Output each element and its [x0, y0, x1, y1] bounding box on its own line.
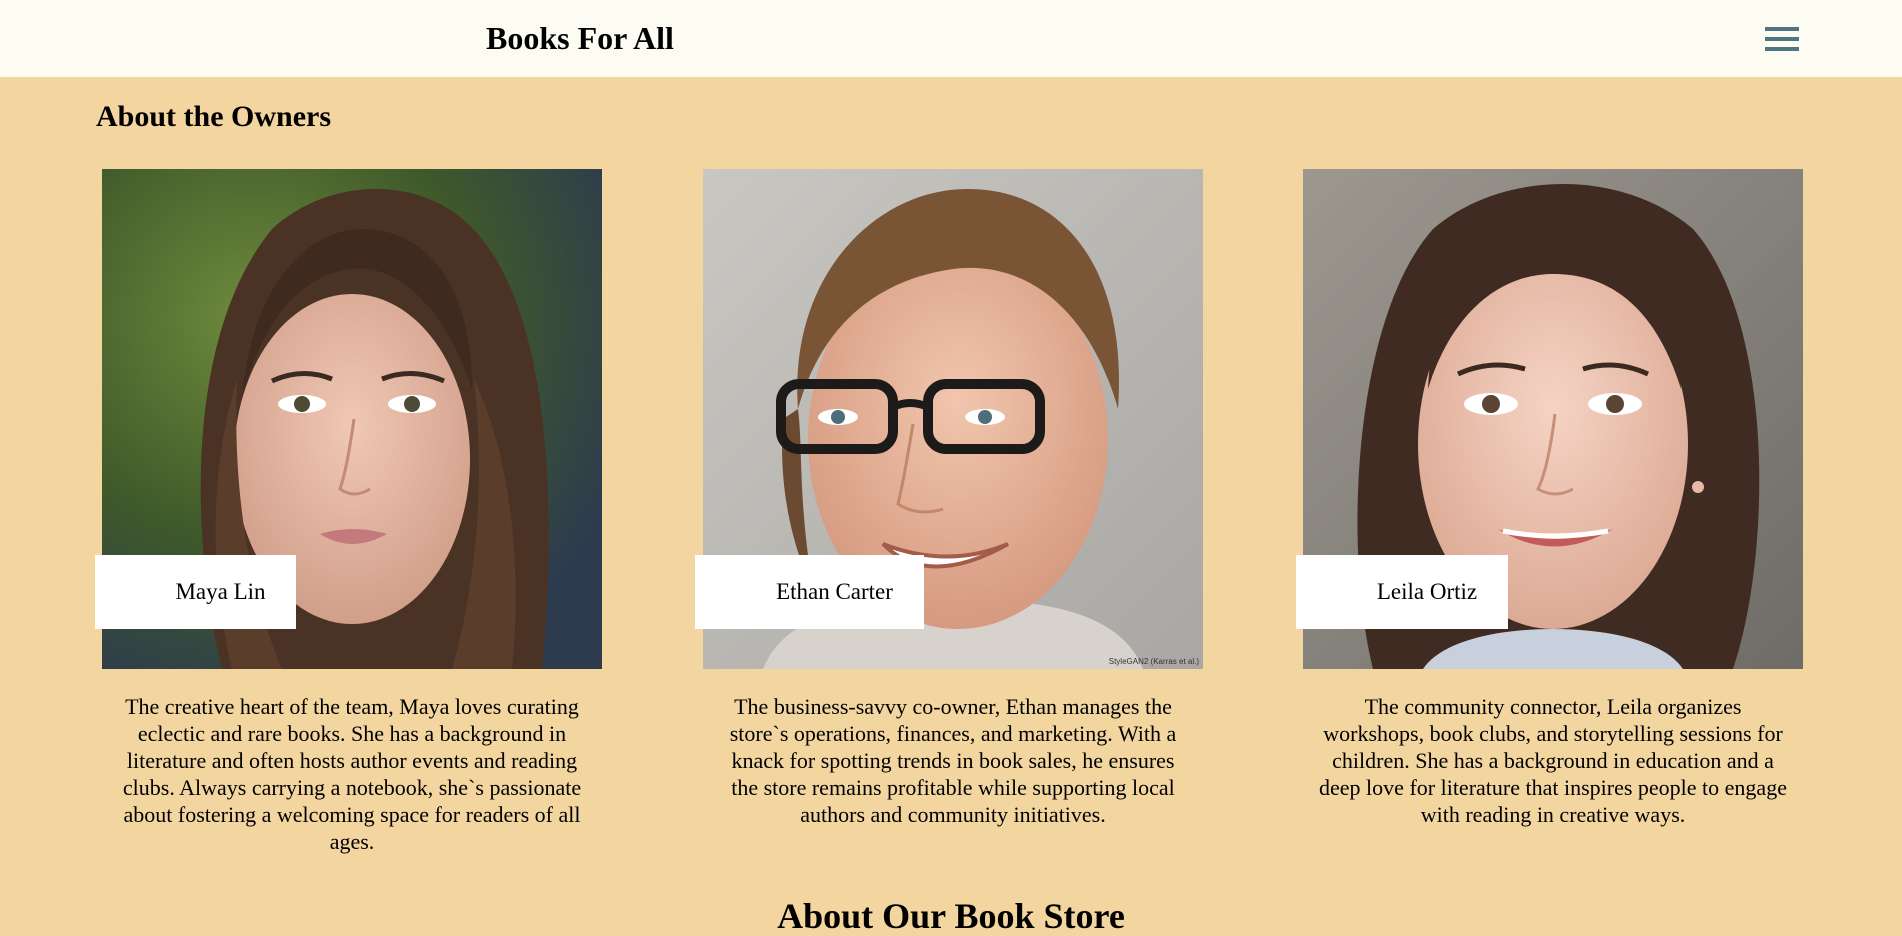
owner-name-tag-leila: Leila Ortiz	[1296, 555, 1508, 629]
hamburger-menu-icon[interactable]	[1762, 24, 1802, 56]
owner-bio-leila: The community connector, Leila organizes…	[1319, 694, 1787, 827]
menu-bar	[1765, 27, 1799, 31]
photo-credit-text: StyleGAN2 (Karras et al.)	[1109, 657, 1200, 666]
menu-bar	[1765, 37, 1799, 41]
site-brand-title[interactable]: Books For All	[486, 18, 674, 58]
about-store-heading: About Our Book Store	[777, 896, 1125, 936]
about-owners-heading: About the Owners	[96, 100, 332, 133]
owner-name-tag-maya: Maya Lin	[95, 555, 296, 629]
owner-bio-ethan: The business-savvy co-owner, Ethan manag…	[729, 694, 1177, 827]
owner-name-tag-ethan: Ethan Carter	[695, 555, 924, 629]
owner-bio-maya: The creative heart of the team, Maya lov…	[122, 694, 582, 854]
top-navigation-bar: Books For All	[0, 0, 1902, 77]
menu-bar	[1765, 47, 1799, 51]
